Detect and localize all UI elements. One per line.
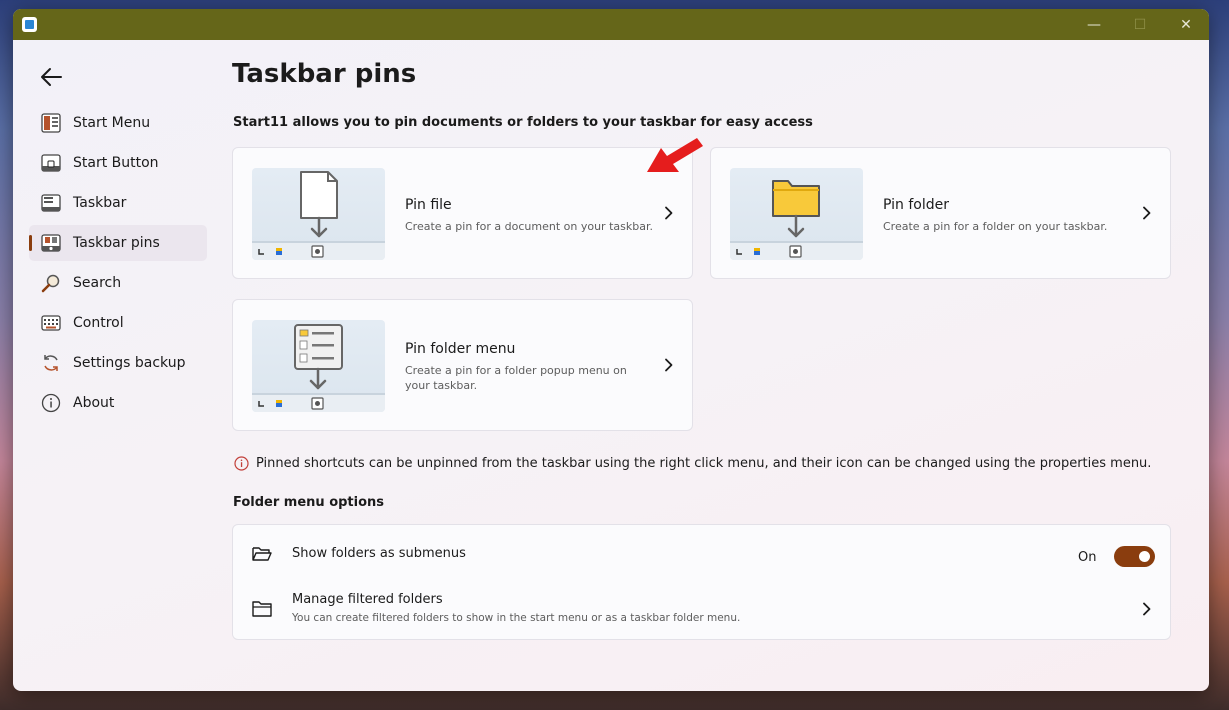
sidebar-item-start-menu[interactable]: Start Menu	[29, 105, 207, 141]
taskbar-preview-icons	[258, 245, 324, 258]
start11-app-icon	[22, 17, 37, 32]
taskbar-preview	[730, 241, 863, 260]
pin-folder-menu-illustration	[252, 320, 385, 412]
pin-file-card[interactable]: Pin file Create a pin for a document on …	[232, 147, 693, 279]
chevron-right-icon	[1143, 206, 1151, 220]
sidebar-item-label: Taskbar	[73, 195, 127, 211]
folder-icon	[252, 601, 272, 617]
taskbar-preview-icons	[736, 245, 802, 258]
start-button-icon	[41, 153, 61, 173]
sidebar-item-taskbar-pins[interactable]: Taskbar pins	[29, 225, 207, 261]
taskbar-preview	[252, 241, 385, 260]
sidebar-item-search[interactable]: Search	[29, 265, 207, 301]
sidebar-item-label: About	[73, 395, 115, 411]
app-window: — ☐ ✕ Start Menu Start Button Taskbar Ta…	[13, 9, 1209, 691]
back-arrow-icon	[41, 68, 62, 86]
info-icon	[41, 393, 61, 413]
minimize-button[interactable]: —	[1071, 9, 1117, 40]
card-description: Create a pin for a document on your task…	[405, 220, 653, 233]
sidebar-item-label: Control	[73, 315, 124, 331]
card-title: Pin folder	[883, 197, 949, 213]
card-title: Pin folder menu	[405, 341, 516, 357]
sidebar-nav: Start Menu Start Button Taskbar Taskbar …	[29, 105, 207, 425]
maximize-button[interactable]: ☐	[1117, 9, 1163, 40]
sidebar-item-about[interactable]: About	[29, 385, 207, 421]
pin-folder-menu-card[interactable]: Pin folder menu Create a pin for a folde…	[232, 299, 693, 431]
option-description: You can create filtered folders to show …	[292, 612, 741, 624]
start-menu-icon	[41, 113, 61, 133]
page-title: Taskbar pins	[232, 59, 417, 89]
option-title: Show folders as submenus	[292, 546, 466, 561]
option-title: Manage filtered folders	[292, 592, 443, 607]
keyboard-icon	[41, 313, 61, 333]
close-button[interactable]: ✕	[1163, 9, 1209, 40]
info-message: Pinned shortcuts can be unpinned from th…	[234, 456, 1151, 471]
show-folders-submenus-toggle[interactable]	[1114, 546, 1155, 567]
sidebar-item-settings-backup[interactable]: Settings backup	[29, 345, 207, 381]
sidebar-item-label: Start Button	[73, 155, 159, 171]
taskbar-pins-icon	[41, 233, 61, 253]
taskbar-preview-icons	[258, 397, 324, 410]
sidebar-item-label: Settings backup	[73, 355, 186, 371]
pin-folder-illustration	[730, 168, 863, 260]
info-text: Pinned shortcuts can be unpinned from th…	[256, 456, 1152, 471]
sync-icon	[41, 353, 61, 373]
chevron-right-icon	[665, 358, 673, 372]
card-description: Create a pin for a folder popup menu on …	[405, 364, 627, 392]
annotation-arrow-icon	[647, 138, 703, 172]
sidebar-item-label: Start Menu	[73, 115, 151, 131]
sidebar-item-start-button[interactable]: Start Button	[29, 145, 207, 181]
pin-folder-card[interactable]: Pin folder Create a pin for a folder on …	[710, 147, 1171, 279]
card-title: Pin file	[405, 197, 452, 213]
chevron-right-icon	[665, 206, 673, 220]
card-description: Create a pin for a folder on your taskba…	[883, 220, 1108, 233]
search-icon	[41, 273, 61, 293]
info-circle-icon	[234, 456, 249, 471]
page-subtitle: Start11 allows you to pin documents or f…	[233, 115, 813, 130]
chevron-right-icon	[1143, 602, 1151, 616]
title-bar[interactable]: — ☐ ✕	[13, 9, 1209, 40]
sidebar-item-taskbar[interactable]: Taskbar	[29, 185, 207, 221]
back-button[interactable]	[37, 63, 65, 91]
sidebar-item-label: Taskbar pins	[73, 235, 160, 251]
sidebar-item-control[interactable]: Control	[29, 305, 207, 341]
folder-open-icon	[252, 547, 272, 561]
sidebar-item-label: Search	[73, 275, 122, 291]
taskbar-preview	[252, 393, 385, 412]
folder-menu-options-heading: Folder menu options	[233, 495, 385, 510]
folder-menu-options-panel: Show folders as submenus On Manage filte…	[232, 524, 1171, 640]
toggle-state-label: On	[1078, 550, 1097, 565]
window-controls: — ☐ ✕	[1071, 9, 1209, 40]
taskbar-icon	[41, 193, 61, 213]
pin-file-illustration	[252, 168, 385, 260]
